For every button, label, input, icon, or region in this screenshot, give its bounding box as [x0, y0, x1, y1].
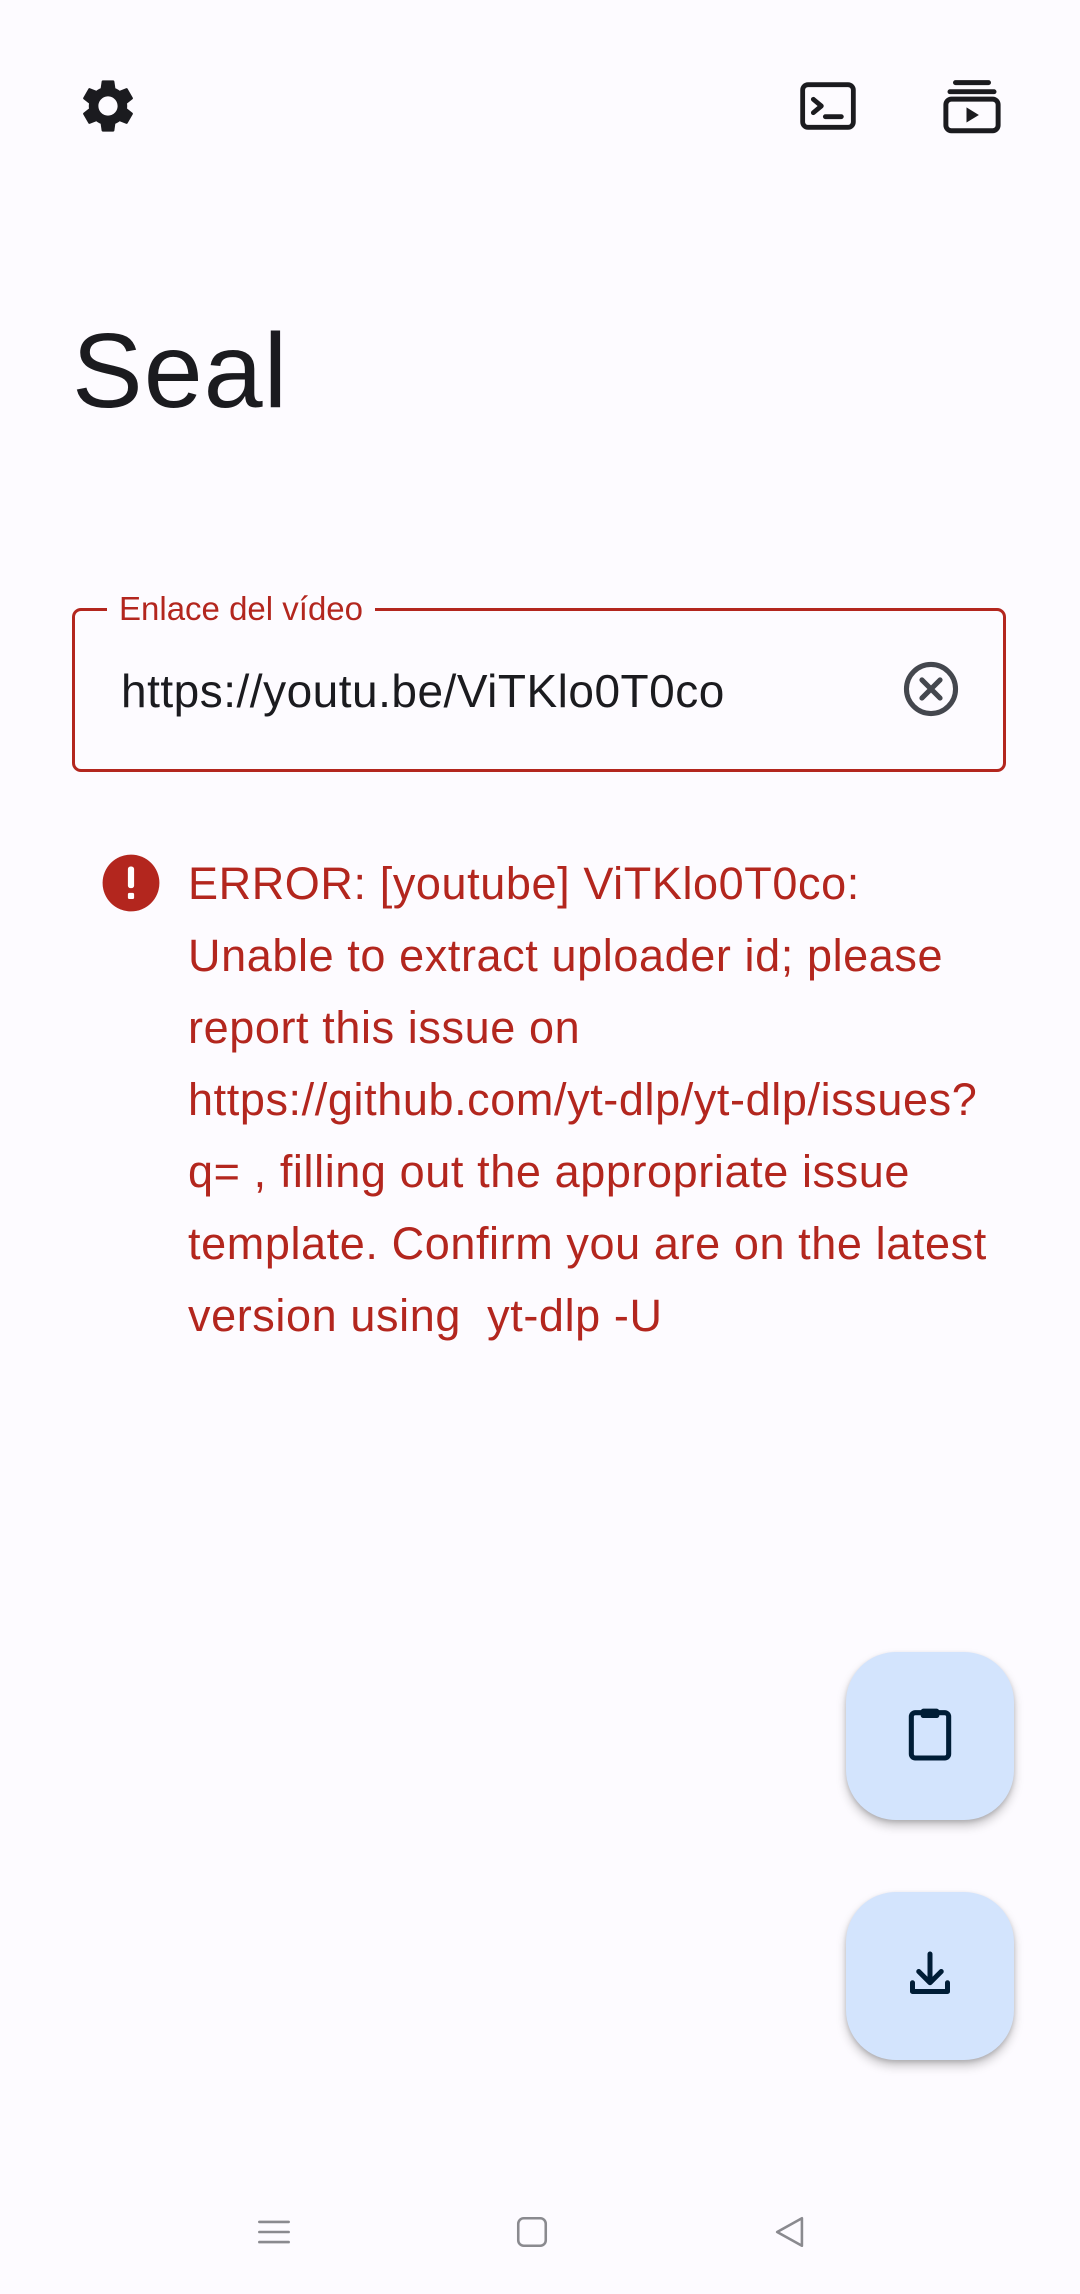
terminal-icon [796, 74, 860, 138]
error-message: ERROR: [youtube] ViTKlo0T0co: Unable to … [188, 858, 1000, 1341]
download-icon [900, 1944, 960, 2009]
download-button[interactable] [846, 1892, 1014, 2060]
clipboard-icon [898, 1702, 962, 1771]
gear-icon [76, 74, 140, 138]
download-queue-button[interactable] [924, 58, 1020, 154]
video-url-field[interactable]: Enlace del vídeo https://youtu.be/ViTKlo… [72, 589, 1006, 772]
nav-back-button[interactable] [742, 2198, 838, 2270]
video-url-input[interactable]: https://youtu.be/ViTKlo0T0co [121, 663, 725, 719]
settings-button[interactable] [60, 58, 156, 154]
clear-circle-icon [899, 657, 963, 726]
home-icon [510, 2210, 554, 2259]
nav-home-button[interactable] [484, 2198, 580, 2270]
download-queue-icon [939, 73, 1005, 139]
system-nav-bar [0, 2176, 1080, 2294]
nav-recents-button[interactable] [226, 2198, 322, 2270]
page-title: Seal [72, 312, 289, 430]
back-icon [768, 2210, 812, 2259]
terminal-button[interactable] [780, 58, 876, 154]
paste-button[interactable] [846, 1652, 1014, 1820]
video-url-label: Enlace del vídeo [107, 589, 376, 629]
recents-icon [252, 2210, 296, 2259]
clear-url-button[interactable] [887, 647, 975, 735]
error-icon [100, 852, 162, 914]
